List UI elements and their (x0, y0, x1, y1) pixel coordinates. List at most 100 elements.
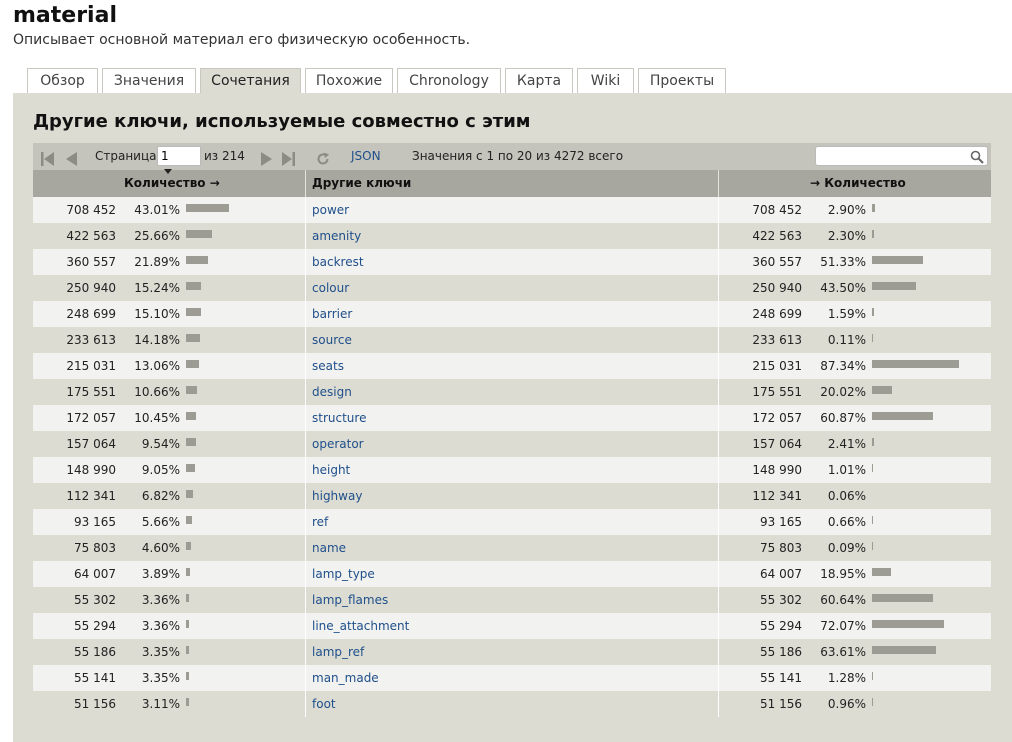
percent-value: 0.96% (827, 697, 866, 711)
other-key-link[interactable]: man_made (312, 665, 712, 691)
table-header: Количество → Другие ключи → Количество (33, 169, 991, 197)
column-divider (305, 405, 306, 431)
table-row: 172 057 10.45% structure 172 057 60.87% (33, 405, 991, 431)
count-value: 55 141 (760, 671, 802, 685)
count-value: 75 803 (760, 541, 802, 555)
table-row: 708 452 43.01% power 708 452 2.90% (33, 197, 991, 223)
count-value: 55 186 (760, 645, 802, 659)
percent-bar (186, 698, 190, 706)
percent-value: 10.66% (134, 385, 180, 399)
count-value: 708 452 (752, 203, 802, 217)
tab-combinations[interactable]: Сочетания (200, 68, 301, 95)
count-value: 215 031 (66, 359, 116, 373)
prev-page-icon[interactable] (65, 149, 79, 166)
tab-wiki[interactable]: Wiki (577, 68, 634, 93)
percent-bar (872, 282, 916, 290)
count-value: 55 141 (74, 671, 116, 685)
percent-value: 43.01% (134, 203, 180, 217)
percent-value: 0.09% (827, 541, 866, 555)
count-value: 55 302 (74, 593, 116, 607)
percent-value: 15.10% (134, 307, 180, 321)
count-value: 248 699 (66, 307, 116, 321)
other-key-link[interactable]: backrest (312, 249, 712, 275)
percent-bar (186, 230, 212, 238)
tab-values[interactable]: Значения (102, 68, 196, 93)
count-value: 422 563 (752, 229, 802, 243)
tab-similar[interactable]: Похожие (305, 68, 393, 93)
count-value: 175 551 (66, 385, 116, 399)
other-key-link[interactable]: power (312, 197, 712, 223)
percent-bar (872, 646, 936, 654)
last-page-icon[interactable] (281, 149, 295, 166)
other-key-link[interactable]: amenity (312, 223, 712, 249)
column-header-count-left[interactable]: Количество → (33, 169, 305, 197)
other-key-link[interactable]: ref (312, 509, 712, 535)
percent-value: 2.41% (827, 437, 866, 451)
column-divider (305, 665, 306, 691)
percent-bar (872, 464, 873, 472)
column-divider (305, 483, 306, 509)
table-row: 93 165 5.66% ref 93 165 0.66% (33, 509, 991, 535)
percent-value: 6.82% (141, 489, 180, 503)
percent-bar (872, 412, 933, 420)
other-key-link[interactable]: source (312, 327, 712, 353)
percent-value: 15.24% (134, 281, 180, 295)
percent-bar (186, 490, 193, 498)
other-key-link[interactable]: highway (312, 483, 712, 509)
percent-bar (186, 360, 200, 368)
page-count: из 214 (204, 149, 245, 163)
column-divider (305, 223, 306, 249)
other-key-link[interactable]: operator (312, 431, 712, 457)
other-key-link[interactable]: design (312, 379, 712, 405)
tab-map[interactable]: Карта (505, 68, 573, 93)
refresh-icon[interactable] (316, 149, 330, 165)
other-key-link[interactable]: lamp_flames (312, 587, 712, 613)
count-value: 708 452 (66, 203, 116, 217)
column-divider (305, 431, 306, 457)
other-key-link[interactable]: structure (312, 405, 712, 431)
percent-value: 18.95% (820, 567, 866, 581)
page-label: Страница (95, 149, 157, 163)
other-key-link[interactable]: barrier (312, 301, 712, 327)
other-key-link[interactable]: foot (312, 691, 712, 717)
count-value: 55 302 (760, 593, 802, 607)
table-row: 55 302 3.36% lamp_flames 55 302 60.64% (33, 587, 991, 613)
percent-value: 2.90% (827, 203, 866, 217)
column-header-count-right[interactable]: → Количество (718, 170, 991, 197)
other-key-link[interactable]: colour (312, 275, 712, 301)
other-key-link[interactable]: line_attachment (312, 613, 712, 639)
percent-bar (872, 360, 960, 368)
percent-value: 1.01% (827, 463, 866, 477)
json-link[interactable]: JSON (351, 143, 381, 170)
count-value: 55 186 (74, 645, 116, 659)
search-input[interactable] (815, 146, 988, 166)
percent-bar (186, 542, 191, 550)
next-page-icon[interactable] (259, 149, 273, 166)
percent-bar (186, 672, 190, 680)
column-header-label: Количество → (124, 176, 220, 190)
count-value: 422 563 (66, 229, 116, 243)
percent-bar (872, 594, 933, 602)
count-value: 51 156 (74, 697, 116, 711)
tab-chronology[interactable]: Chronology (397, 68, 501, 93)
count-value: 55 294 (760, 619, 802, 633)
other-key-link[interactable]: seats (312, 353, 712, 379)
tab-projects[interactable]: Проекты (638, 68, 726, 93)
percent-value: 3.35% (141, 671, 180, 685)
count-value: 55 294 (74, 619, 116, 633)
count-value: 360 557 (66, 255, 116, 269)
other-key-link[interactable]: lamp_ref (312, 639, 712, 665)
percent-bar (186, 334, 201, 342)
percent-bar (186, 620, 190, 628)
count-value: 51 156 (760, 697, 802, 711)
column-header-other-keys[interactable]: Другие ключи (305, 170, 718, 197)
tab-overview[interactable]: Обзор (27, 68, 98, 93)
other-key-link[interactable]: height (312, 457, 712, 483)
percent-value: 0.11% (827, 333, 866, 347)
page-number-input[interactable] (157, 146, 201, 166)
other-key-link[interactable]: lamp_type (312, 561, 712, 587)
first-page-icon[interactable] (41, 149, 55, 166)
other-key-link[interactable]: name (312, 535, 712, 561)
count-value: 250 940 (66, 281, 116, 295)
count-value: 360 557 (752, 255, 802, 269)
